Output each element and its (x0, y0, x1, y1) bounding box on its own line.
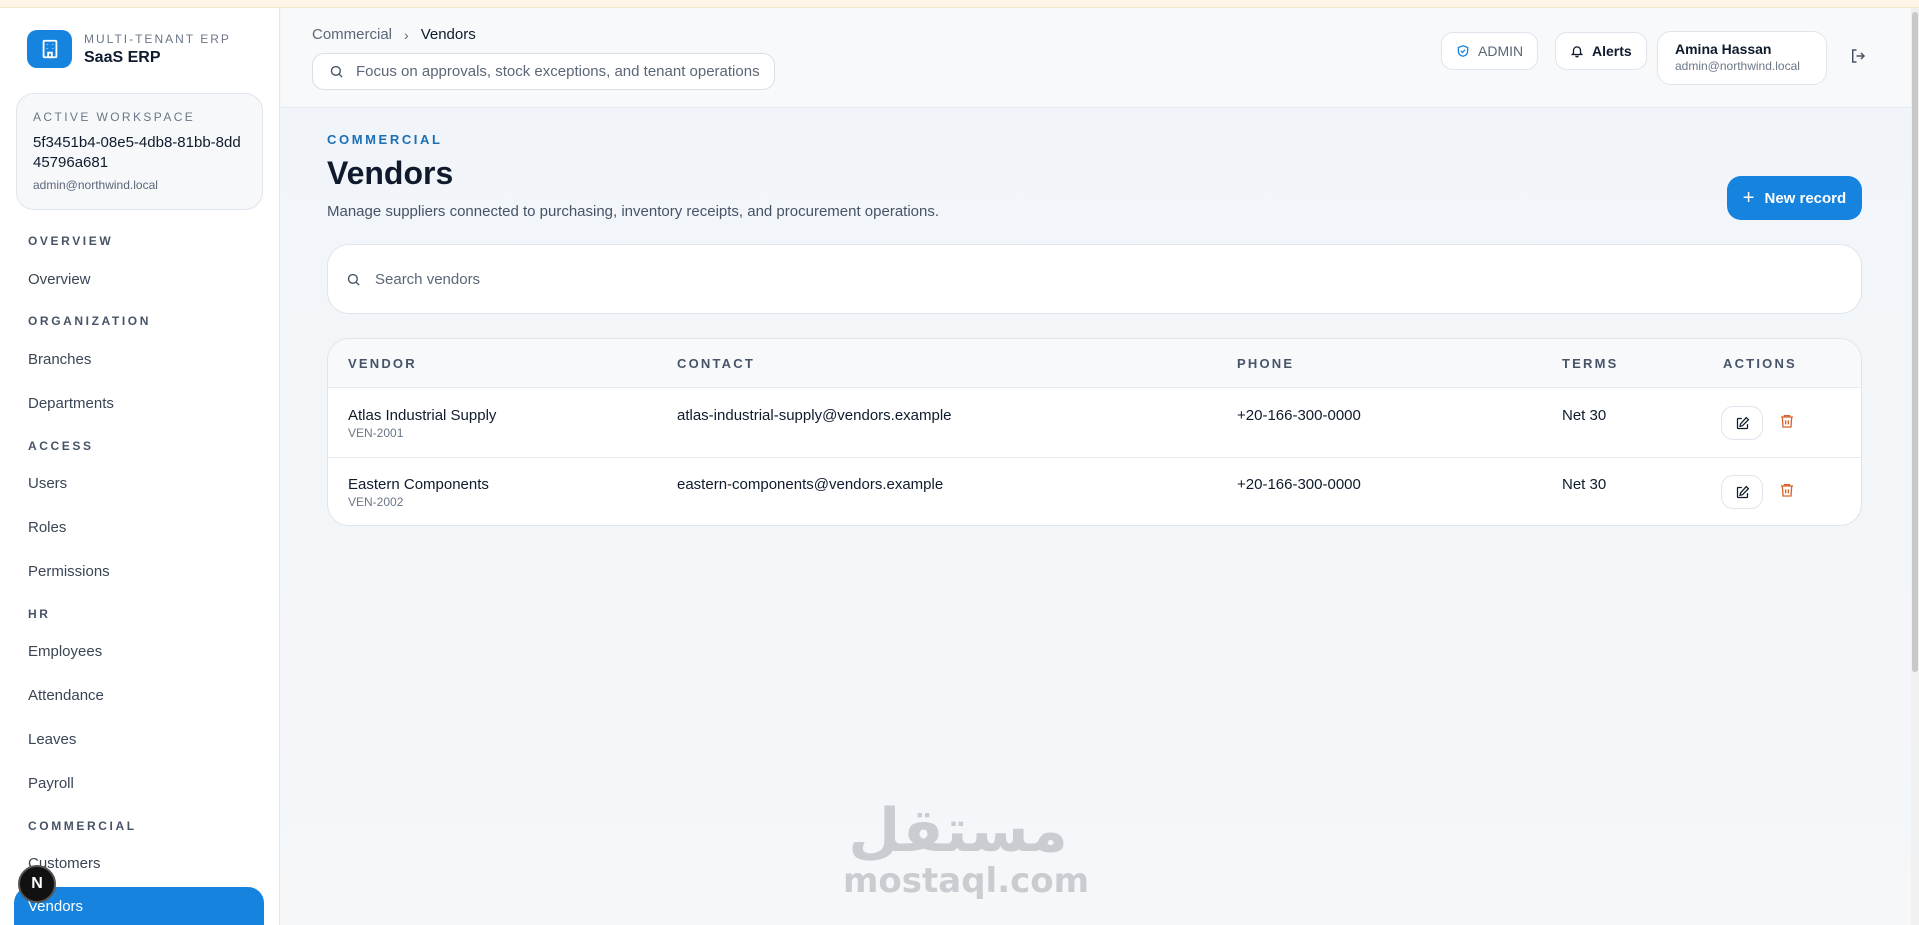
active-workspace-card[interactable]: ACTIVE WORKSPACE 5f3451b4-08e5-4db8-81bb… (16, 93, 263, 210)
edit-icon (1736, 485, 1749, 498)
user-menu[interactable]: Amina Hassan admin@northwind.local (1657, 31, 1827, 85)
page-description: Manage suppliers connected to purchasing… (327, 203, 940, 220)
vendor-phone: +20-166-300-0000 (1237, 407, 1361, 424)
page-eyebrow: COMMERCIAL (327, 132, 443, 147)
trash-icon[interactable] (1779, 482, 1795, 503)
vendor-phone: +20-166-300-0000 (1237, 476, 1361, 493)
sidebar-item-users[interactable]: Users (28, 475, 67, 492)
alerts-button[interactable]: Alerts (1555, 32, 1647, 70)
watermark-arabic: مستقل (848, 796, 1068, 866)
vendors-table: VENDOR CONTACT PHONE TERMS ACTIONS Atlas… (327, 338, 1862, 526)
table-header: VENDOR CONTACT PHONE TERMS ACTIONS (328, 339, 1861, 388)
edit-icon (1736, 416, 1749, 429)
page-title: Vendors (327, 155, 454, 191)
table-row[interactable]: Atlas Industrial Supply VEN-2001 atlas-i… (328, 389, 1861, 458)
top-header: Commercial › Vendors Focus on approvals,… (281, 8, 1911, 108)
breadcrumb: Commercial › Vendors (312, 26, 476, 43)
global-search-placeholder: Focus on approvals, stock exceptions, an… (356, 63, 760, 80)
vendor-search-placeholder: Search vendors (375, 270, 481, 288)
vendor-search-input[interactable]: Search vendors (327, 244, 1862, 314)
search-icon (347, 273, 360, 286)
top-notice-strip (0, 0, 1919, 8)
vendor-name: Eastern Components (348, 476, 489, 493)
shield-check-icon (1457, 45, 1469, 57)
trash-icon[interactable] (1779, 413, 1795, 434)
nav-section-overview: OVERVIEW (28, 234, 114, 248)
search-icon (330, 65, 343, 78)
sidebar-item-branches[interactable]: Branches (28, 351, 91, 368)
alerts-label: Alerts (1592, 43, 1632, 59)
brand-eyebrow: MULTI-TENANT ERP (84, 31, 231, 46)
sidebar-item-overview[interactable]: Overview (28, 271, 91, 288)
role-badge[interactable]: ADMIN (1441, 32, 1539, 70)
main-content: COMMERCIAL Vendors Manage suppliers conn… (281, 109, 1911, 925)
vendor-code: VEN-2002 (348, 495, 404, 509)
user-email: admin@northwind.local (1675, 59, 1800, 73)
nav-section-commercial: COMMERCIAL (28, 819, 137, 833)
column-header-phone[interactable]: PHONE (1237, 356, 1294, 371)
vendor-code: VEN-2001 (348, 426, 404, 440)
vendor-terms: Net 30 (1562, 476, 1607, 493)
breadcrumb-parent[interactable]: Commercial (312, 26, 392, 43)
plus-icon: + (1742, 187, 1755, 209)
new-record-label: New record (1764, 189, 1847, 207)
breadcrumb-separator: › (404, 26, 409, 43)
column-header-contact[interactable]: CONTACT (677, 356, 755, 371)
sidebar-item-leaves[interactable]: Leaves (28, 731, 76, 748)
sidebar-item-attendance[interactable]: Attendance (28, 687, 104, 704)
nav-section-access: ACCESS (28, 439, 94, 453)
user-name: Amina Hassan (1675, 41, 1772, 57)
breadcrumb-current: Vendors (420, 26, 476, 43)
global-search-input[interactable]: Focus on approvals, stock exceptions, an… (312, 53, 775, 90)
edit-button[interactable] (1721, 406, 1763, 440)
bell-icon (1570, 46, 1584, 58)
vendor-terms: Net 30 (1562, 407, 1607, 424)
vendor-contact: atlas-industrial-supply@vendors.example (677, 407, 952, 424)
vendor-contact: eastern-components@vendors.example (677, 476, 944, 493)
watermark-latin: mostaql.com (843, 861, 1090, 901)
nav-section-organization: ORGANIZATION (28, 314, 151, 328)
nav-section-hr: HR (28, 607, 51, 621)
workspace-id: 5f3451b4-08e5-4db8-81bb-8dd45796a681 (33, 134, 241, 171)
column-header-vendor[interactable]: VENDOR (348, 356, 417, 371)
column-header-terms[interactable]: TERMS (1562, 356, 1619, 371)
workspace-label: ACTIVE WORKSPACE (33, 110, 196, 124)
page-scrollbar[interactable] (1911, 8, 1919, 925)
table-row[interactable]: Eastern Components VEN-2002 eastern-comp… (328, 458, 1861, 525)
workspace-email: admin@northwind.local (33, 178, 158, 192)
dev-tools-badge[interactable]: N (18, 865, 56, 903)
vendor-name: Atlas Industrial Supply (348, 407, 497, 424)
sidebar-item-payroll[interactable]: Payroll (28, 775, 74, 792)
sidebar-item-departments[interactable]: Departments (28, 395, 114, 412)
new-record-button[interactable]: + New record (1727, 176, 1862, 220)
watermark: مستقل mostaql.com (843, 796, 1090, 901)
scrollbar-thumb[interactable] (1912, 12, 1918, 672)
brand[interactable]: MULTI-TENANT ERP SaaS ERP (27, 30, 231, 68)
sidebar: MULTI-TENANT ERP SaaS ERP ACTIVE WORKSPA… (0, 8, 280, 925)
sidebar-item-employees[interactable]: Employees (28, 643, 102, 660)
column-header-actions: ACTIONS (1723, 356, 1797, 371)
sidebar-item-permissions[interactable]: Permissions (28, 563, 110, 580)
edit-button[interactable] (1721, 475, 1763, 509)
logout-icon[interactable] (1849, 47, 1867, 70)
building-icon (27, 30, 72, 68)
sidebar-item-roles[interactable]: Roles (28, 519, 66, 536)
role-label: ADMIN (1478, 43, 1524, 59)
brand-name: SaaS ERP (84, 48, 161, 66)
